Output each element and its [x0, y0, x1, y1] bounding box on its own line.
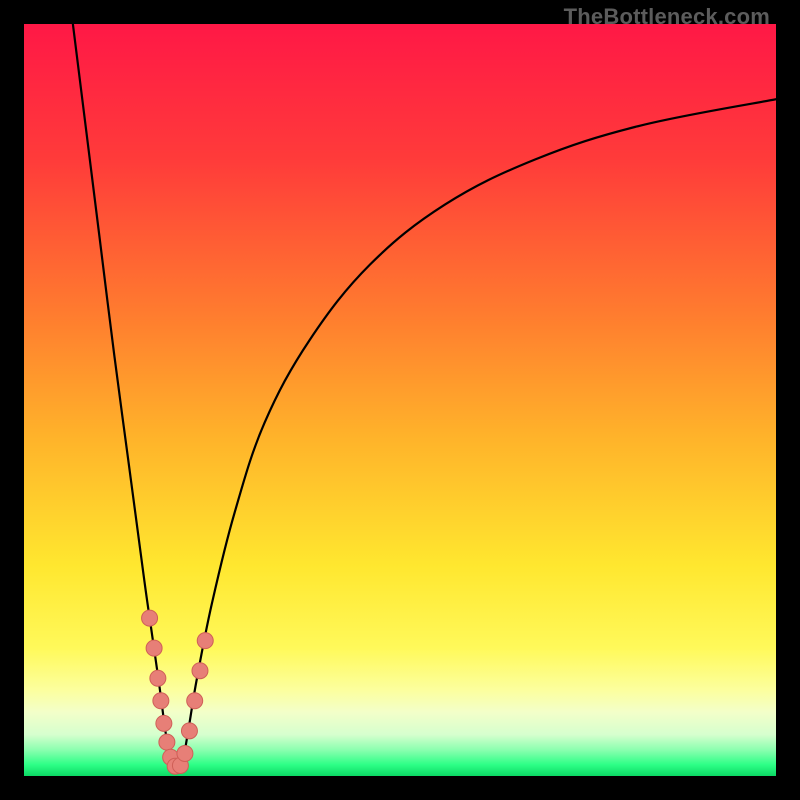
data-marker [146, 640, 162, 656]
curve-right-branch [182, 99, 776, 768]
data-marker [177, 745, 193, 761]
curve-layer [24, 24, 776, 776]
data-marker [159, 734, 175, 750]
data-marker [142, 610, 158, 626]
plot-area [24, 24, 776, 776]
data-marker [192, 663, 208, 679]
data-marker [197, 633, 213, 649]
curve-left-branch [73, 24, 172, 768]
data-marker [153, 693, 169, 709]
data-marker [187, 693, 203, 709]
data-marker [150, 670, 166, 686]
chart-frame: TheBottleneck.com [0, 0, 800, 800]
data-marker [156, 715, 172, 731]
data-marker [181, 723, 197, 739]
